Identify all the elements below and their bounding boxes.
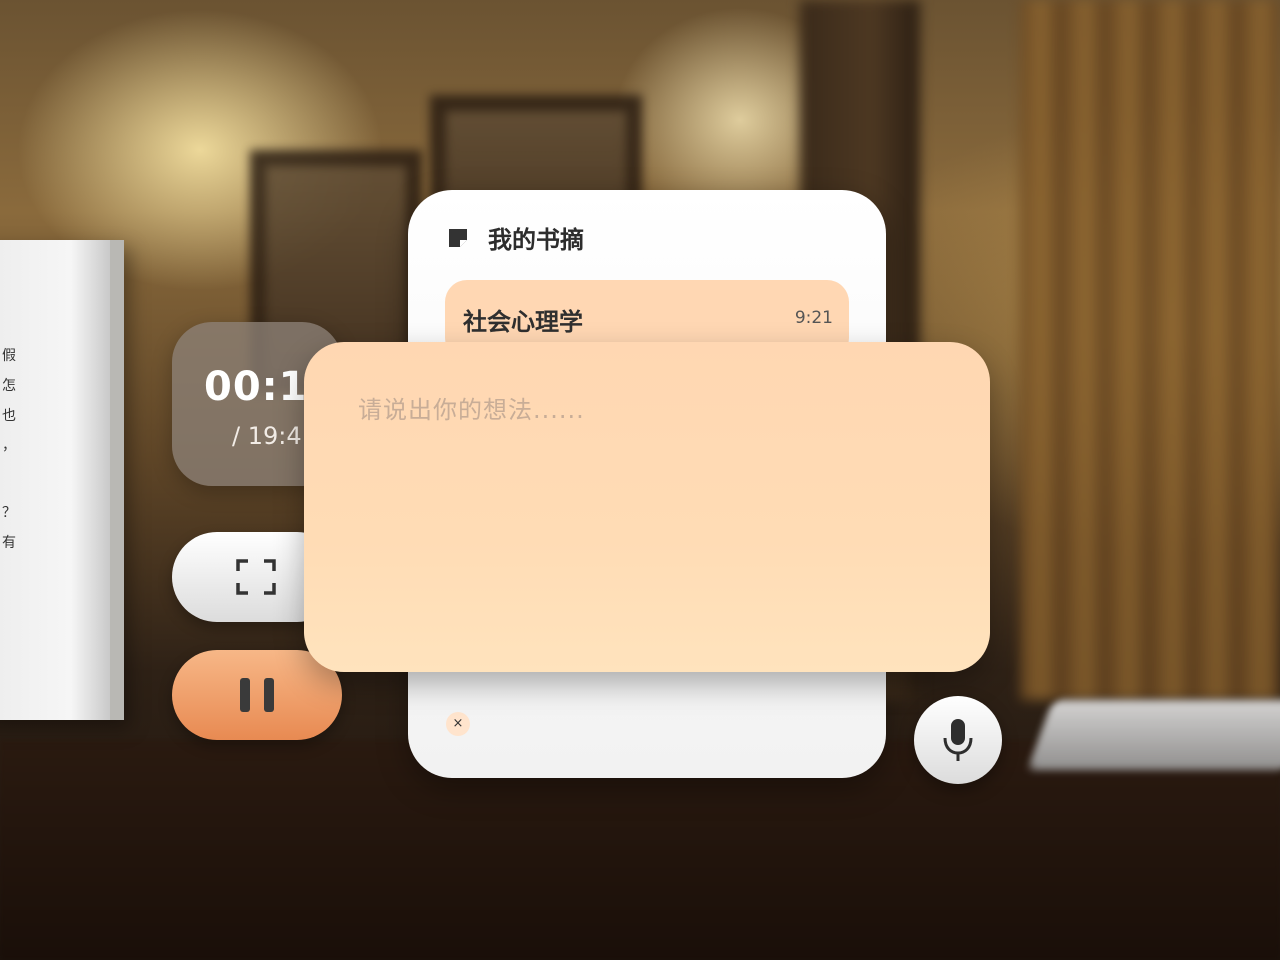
curtain [1020, 0, 1280, 700]
fullscreen-icon [236, 559, 276, 595]
thought-input-placeholder: 请说出你的想法...... [358, 396, 585, 424]
note-entry-time: 9:21 [794, 308, 833, 328]
laptop [1027, 700, 1280, 770]
pause-button[interactable] [172, 650, 342, 740]
notes-title: 我的书摘 [488, 226, 584, 254]
microphone-icon [943, 719, 973, 761]
book-text-fragment: ， [2, 438, 16, 454]
book-text-fragment: 假 [2, 348, 16, 364]
note-entry-title: 社会心理学 [463, 308, 583, 336]
mixed-reality-scene: 假 怎 也 ， ？ 有 00:12 / 19:4 我的书摘 社会心理学 9:21 [0, 0, 1280, 960]
book-text-fragment: ？ [2, 505, 16, 521]
book-text-fragment: 怎 [2, 378, 16, 394]
microphone-button[interactable] [914, 696, 1002, 784]
note-icon [449, 229, 467, 247]
book-text-fragment: 有 [2, 535, 16, 551]
thought-input-card[interactable]: 请说出你的想法...... [304, 342, 990, 672]
book-text-fragment: 也 [2, 408, 16, 424]
total-time: / 19:4 [232, 422, 302, 450]
book-page-panel[interactable]: 假 怎 也 ， ？ 有 [0, 240, 124, 720]
close-button[interactable]: × [446, 712, 470, 736]
